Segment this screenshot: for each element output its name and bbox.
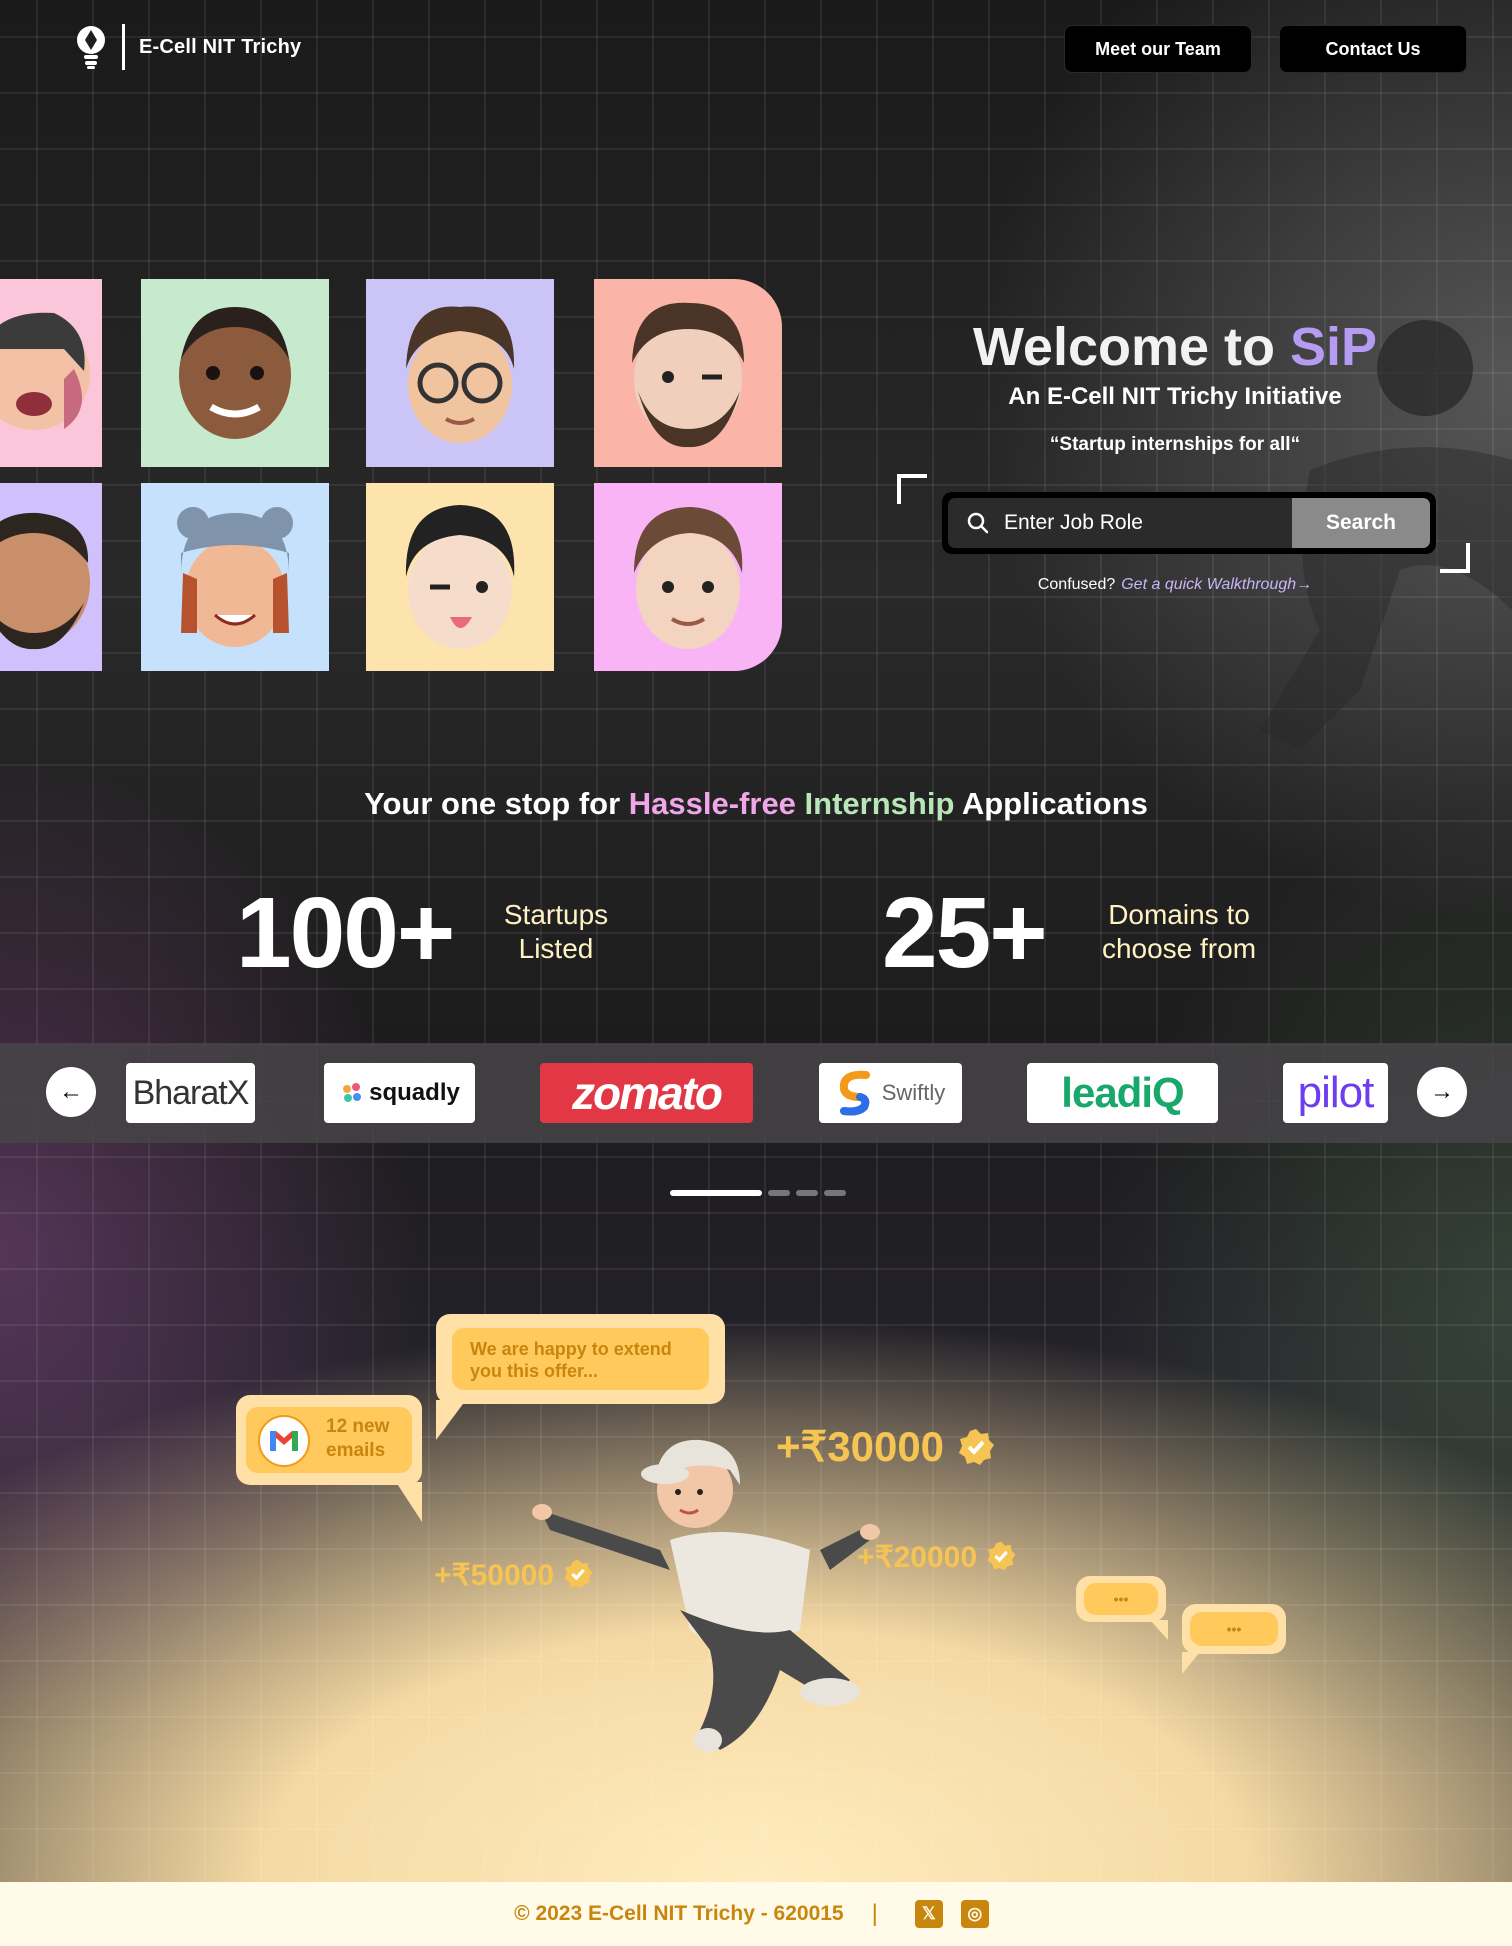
partner-name: Swiftly <box>881 1080 946 1105</box>
avatar-tile-2 <box>141 279 329 467</box>
squadly-dots-icon <box>343 1083 362 1102</box>
typing-bubble-1: ••• <box>1076 1576 1166 1622</box>
stat-domains-number: 25+ <box>882 877 1048 989</box>
frame-corner-top-left <box>897 474 927 504</box>
bubble-tail <box>1182 1652 1200 1674</box>
partner-name: leadiQ <box>1061 1069 1184 1116</box>
partner-name: BharatX <box>132 1073 250 1112</box>
bubble-tail <box>436 1400 466 1440</box>
search-bar: Search <box>942 492 1436 554</box>
search-button[interactable]: Search <box>1292 498 1430 548</box>
offer-text: We are happy to extend you this offer... <box>452 1328 709 1390</box>
avatar-tile-4 <box>594 279 782 467</box>
avatar-face <box>632 302 744 448</box>
offer-bubble: We are happy to extend you this offer... <box>436 1314 725 1404</box>
brand-logo[interactable]: E-Cell NIT Trichy <box>74 24 301 70</box>
meet-team-button[interactable]: Meet our Team <box>1064 25 1252 73</box>
avatar-tile-3 <box>366 279 554 467</box>
partner-name: squadly <box>369 1079 460 1106</box>
carousel-prev-arrow-icon[interactable]: ← <box>46 1067 96 1117</box>
carousel-dot[interactable] <box>670 1190 762 1196</box>
partner-logo-squadly[interactable]: squadly <box>324 1063 475 1123</box>
avatar-tile-8 <box>594 483 782 671</box>
frame-corner-bottom-right <box>1440 543 1470 573</box>
swiftly-s-icon <box>839 1070 870 1116</box>
avatar-face <box>179 307 291 439</box>
welcome-accent: SiP <box>1290 317 1378 377</box>
partner-name: zomato <box>572 1067 723 1119</box>
carousel-next-arrow-icon[interactable]: → <box>1417 1067 1467 1117</box>
carousel-pagination <box>670 1190 846 1196</box>
page: E-Cell NIT Trichy Meet our Team Contact … <box>0 0 1512 1946</box>
typing-dots: ••• <box>1084 1583 1158 1615</box>
bubble-tail <box>396 1482 422 1522</box>
lightbulb-logo-icon <box>77 26 105 69</box>
avatar-face <box>0 312 90 430</box>
partner-logo-zomato[interactable]: zomato <box>540 1063 753 1123</box>
one-stop-tagline: Your one stop for Hassle-free Internship… <box>0 786 1512 822</box>
search-field-wrapper[interactable] <box>948 498 1292 548</box>
stat-label-line: Listed <box>518 933 594 964</box>
avatar-face <box>177 507 293 647</box>
avatar-tile-7 <box>366 483 554 671</box>
carousel-dot[interactable] <box>824 1190 846 1196</box>
initiative-subtitle: An E-Cell NIT Trichy Initiative <box>1008 383 1342 410</box>
gmail-icon <box>258 1415 310 1467</box>
logo-divider <box>122 24 125 70</box>
partner-logo-swiftly[interactable]: Swiftly <box>819 1063 962 1123</box>
bubble-tail <box>1150 1620 1168 1640</box>
stat-label-line: Domains to <box>1108 899 1250 930</box>
contact-us-button[interactable]: Contact Us <box>1279 25 1467 73</box>
partner-logo-bharatx[interactable]: BharatX <box>126 1063 255 1123</box>
stat-domains-label: Domains to choose from <box>1086 898 1272 966</box>
avatar-tile-1 <box>0 279 102 467</box>
copyright: © 2023 E-Cell NIT Trichy - 620015 <box>514 1902 844 1925</box>
tagline-green: Internship <box>804 786 955 821</box>
stat-startups-label: Startups Listed <box>486 898 626 966</box>
confused-label: Confused? <box>1037 576 1116 593</box>
tagline-part2: Applications <box>954 786 1148 821</box>
avatar-tile-6 <box>141 483 329 671</box>
welcome-heading: Welcome to SiP <box>900 316 1450 378</box>
carousel-dot[interactable] <box>768 1190 790 1196</box>
typing-dots: ••• <box>1190 1612 1278 1646</box>
partner-logo-pilot[interactable]: pilot <box>1283 1063 1388 1123</box>
partners-carousel: ← BharatX squadly zomato Swiftly leadiQ … <box>0 1043 1512 1143</box>
stat-startups-number: 100+ <box>236 877 455 989</box>
emails-bubble: 12 new emails <box>236 1395 422 1485</box>
avatar-face <box>405 505 515 649</box>
header: E-Cell NIT Trichy Meet our Team Contact … <box>0 0 1512 100</box>
avatar-face <box>634 507 743 649</box>
flying-person-illustration <box>532 1439 880 1752</box>
tagline-part1: Your one stop for <box>364 786 629 821</box>
typing-bubble-2: ••• <box>1182 1604 1286 1654</box>
avatar-face <box>406 306 515 443</box>
search-icon <box>967 512 989 534</box>
job-role-input[interactable] <box>1004 511 1264 535</box>
verified-badge-icon <box>987 1541 1016 1571</box>
footer: © 2023 E-Cell NIT Trichy - 620015 | 𝕏 ◎ <box>0 1882 1512 1946</box>
stat-label-line: choose from <box>1101 933 1257 964</box>
footer-separator: | <box>871 1900 878 1927</box>
brand-name: E-Cell NIT Trichy <box>139 35 302 58</box>
partner-logo-leadiq[interactable]: leadiQ <box>1027 1063 1218 1123</box>
avatar-face <box>0 512 90 650</box>
avatar-tile-5 <box>0 483 102 671</box>
carousel-dot[interactable] <box>796 1190 818 1196</box>
tagline-pink: Hassle-free <box>628 786 805 821</box>
walkthrough-link[interactable]: Get a quick Walkthrough→ <box>1121 576 1312 593</box>
stat-label-line: Startups <box>503 899 609 930</box>
walkthrough-row: Confused? Get a quick Walkthrough→ <box>900 576 1450 594</box>
emails-text: 12 new emails <box>326 1416 390 1461</box>
x-twitter-icon[interactable]: 𝕏 <box>914 1900 943 1928</box>
instagram-icon[interactable]: ◎ <box>960 1900 989 1928</box>
tagline-quote: “Startup internships for all“ <box>1049 434 1301 455</box>
partner-name: pilot <box>1297 1068 1375 1117</box>
emails-inner: 12 new emails <box>246 1407 412 1473</box>
welcome-prefix: Welcome to <box>972 317 1291 377</box>
